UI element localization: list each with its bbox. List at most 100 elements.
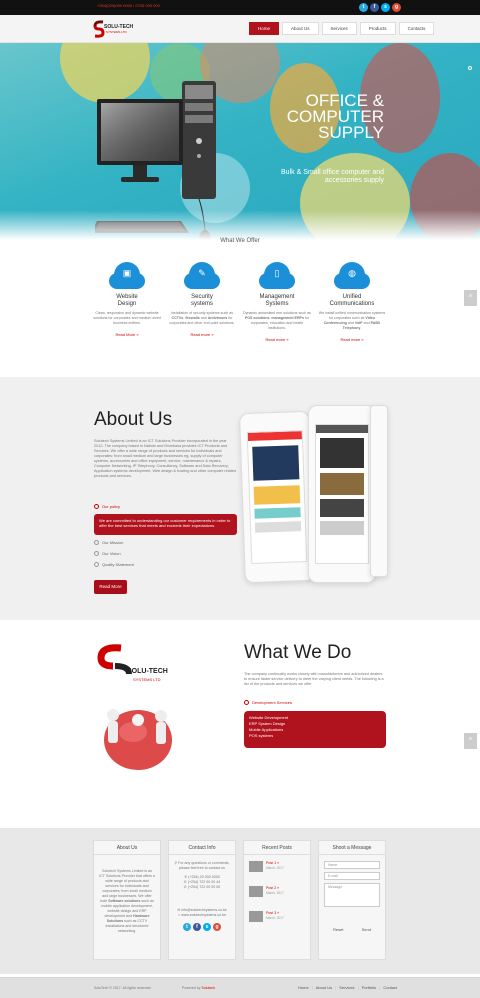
email-field[interactable]: E-mail: [324, 872, 380, 880]
top-socials: t f s g: [359, 3, 401, 12]
scroll-top-button[interactable]: ^: [464, 733, 477, 749]
accordion-our-vision[interactable]: Our Vision: [94, 551, 121, 556]
wwd-logo-subtext: SYSTEMS LTD: [133, 677, 161, 682]
service-website-design: ▣ Website Design Clean, responsive and dy…: [87, 262, 167, 337]
phone-mockup-side: [370, 405, 388, 577]
reset-button[interactable]: Reset: [333, 927, 343, 932]
skype-icon[interactable]: s: [203, 923, 211, 931]
service-text: We install unified communication systems…: [318, 311, 386, 330]
phone-screen: [315, 424, 369, 564]
read-more-link[interactable]: Read more »: [312, 337, 392, 342]
google-plus-icon[interactable]: g: [213, 923, 221, 931]
post-thumbnail: [249, 911, 263, 922]
cloud-monitor-icon: ▣: [109, 262, 145, 289]
recent-post[interactable]: Post 2 » March, 2017: [249, 886, 305, 897]
slider-dot[interactable]: [468, 66, 472, 70]
nav-products[interactable]: Products: [359, 22, 396, 35]
nav-about[interactable]: About Us: [282, 22, 319, 35]
twitter-icon[interactable]: t: [359, 3, 368, 12]
footer-contact-body: ⚲ For any questions or comments, please …: [169, 855, 235, 937]
service-glyph: ▣: [122, 268, 132, 278]
footer-posts-body: Post 1 » March, 2017 Post 2 » March, 2017 …: [244, 855, 310, 934]
powered-by-link[interactable]: Solutech: [201, 986, 215, 990]
bottom-nav-about[interactable]: About Us: [316, 985, 332, 990]
circle-plus-icon: [94, 540, 99, 545]
bottom-nav-services[interactable]: Services: [339, 985, 354, 990]
accordion-quality-statement[interactable]: Quality Statement: [94, 562, 134, 567]
service-text: Clean, responsive and dynamic website so…: [93, 311, 161, 325]
hero-fade: [0, 210, 480, 240]
footer-about-title: About Us: [94, 841, 160, 855]
service-title: Unified Communications: [329, 294, 375, 307]
phone-mockup: [308, 405, 376, 583]
powered-by: Powered by Solutech: [182, 986, 216, 990]
nav-services[interactable]: Services: [321, 22, 357, 35]
hero-slider: OFFICE & COMPUTER SUPPLY Bulk & Small of…: [0, 43, 480, 240]
cloud-phone-icon: ▯: [259, 262, 295, 289]
bottom-bar: SoluTech © 2017. All rights reserved. Po…: [0, 977, 480, 998]
recent-post[interactable]: Post 1 » March, 2017: [249, 861, 305, 872]
skype-icon[interactable]: s: [381, 3, 390, 12]
accordion-our-policy[interactable]: Our policy: [94, 504, 120, 509]
development-services-panel: Website Development ERP System Design Mo…: [244, 711, 386, 748]
post-thumbnail: [249, 861, 263, 872]
form-buttons: Reset Send: [324, 927, 380, 932]
footer-message-title: Shoot a Message: [319, 841, 385, 855]
contact-phone: ✆ (+254) 722 00 00 00: [183, 885, 221, 889]
cloud-globe-icon: ◍: [334, 262, 370, 289]
read-more-link[interactable]: Read more »: [237, 337, 317, 342]
service-management-systems: ▯ Management Systems Dynamic automated er…: [237, 262, 317, 342]
phone-mockup: [239, 410, 315, 584]
service-unified-communications: ◍ Unified Communications We install unifi…: [312, 262, 392, 342]
bottom-nav-portfolio[interactable]: Portfolio: [362, 985, 377, 990]
nav-contacts[interactable]: Contacts: [398, 22, 435, 35]
send-button[interactable]: Send: [362, 927, 371, 932]
wwd-title: What We Do: [244, 642, 352, 663]
message-field[interactable]: Message: [324, 883, 380, 907]
service-text: Installation of security systems such as…: [169, 311, 235, 325]
service-glyph: ▯: [274, 268, 280, 278]
hero-title: OFFICE & COMPUTER SUPPLY: [287, 92, 384, 142]
footer-recent-posts: Recent Posts Post 1 » March, 2017 Post 2 …: [243, 840, 311, 960]
about-section: [0, 377, 480, 620]
nav-home[interactable]: Home: [249, 22, 280, 35]
hero-subtitle: Bulk & Small office computer and accesso…: [281, 169, 384, 184]
post-thumbnail: [249, 886, 263, 897]
hero-title-line: SUPPLY: [318, 123, 384, 142]
circle-minus-icon: [244, 700, 249, 705]
bottom-nav-home[interactable]: Home: [298, 985, 309, 990]
site-header: SOLU-TECH SYSTEMS LTD Home About Us Serv…: [0, 15, 480, 43]
about-title: About Us: [94, 409, 173, 430]
contact-website[interactable]: ⌂ www.solutechsystems.co.ke: [174, 913, 230, 918]
google-plus-icon[interactable]: g: [392, 3, 401, 12]
footer-about: About Us Solutech Systems Limited is an …: [93, 840, 161, 960]
footer-posts-title: Recent Posts: [244, 841, 310, 855]
accordion-our-mission[interactable]: Our Mission: [94, 540, 123, 545]
name-field[interactable]: Name: [324, 861, 380, 869]
message-form-body: Name E-mail Message Reset Send: [319, 855, 385, 938]
teamwork-image: SOLU-TECH SYSTEMS LTD: [93, 640, 181, 803]
twitter-icon[interactable]: t: [183, 923, 191, 931]
scroll-top-button[interactable]: ^: [464, 290, 477, 306]
facebook-icon[interactable]: f: [193, 923, 201, 931]
footer-contact-title: Contact Info: [169, 841, 235, 855]
circle-plus-icon: [94, 551, 99, 556]
accordion-development-services[interactable]: Development Services: [244, 700, 292, 705]
teamwork-illustration-icon: [97, 644, 172, 770]
top-phone: +254(020)000 0000 / 0720 000 000: [97, 3, 160, 8]
contact-intro: ⚲ For any questions or comments, please …: [174, 861, 230, 870]
recent-post[interactable]: Post 3 » March, 2017: [249, 911, 305, 922]
read-more-link[interactable]: Read More »: [87, 332, 167, 337]
copyright: SoluTech © 2017. All rights reserved.: [94, 986, 152, 990]
logo-subtext: SYSTEMS LTD: [106, 30, 127, 34]
about-read-more-button[interactable]: Read More: [94, 580, 127, 594]
site-logo[interactable]: SOLU-TECH SYSTEMS LTD: [93, 20, 133, 38]
facebook-icon[interactable]: f: [370, 3, 379, 12]
offer-title: What We Offer: [220, 238, 260, 244]
bottom-nav-contact[interactable]: Contact: [383, 985, 397, 990]
read-more-link[interactable]: Read more »: [162, 332, 242, 337]
top-bar: +254(020)000 0000 / 0720 000 000 t f s g: [0, 0, 480, 15]
circle-plus-icon: [94, 562, 99, 567]
bottom-nav: Home | About Us | Services | Portfolio | Con…: [298, 985, 398, 990]
main-nav: Home About Us Services Products Contacts: [249, 22, 435, 35]
